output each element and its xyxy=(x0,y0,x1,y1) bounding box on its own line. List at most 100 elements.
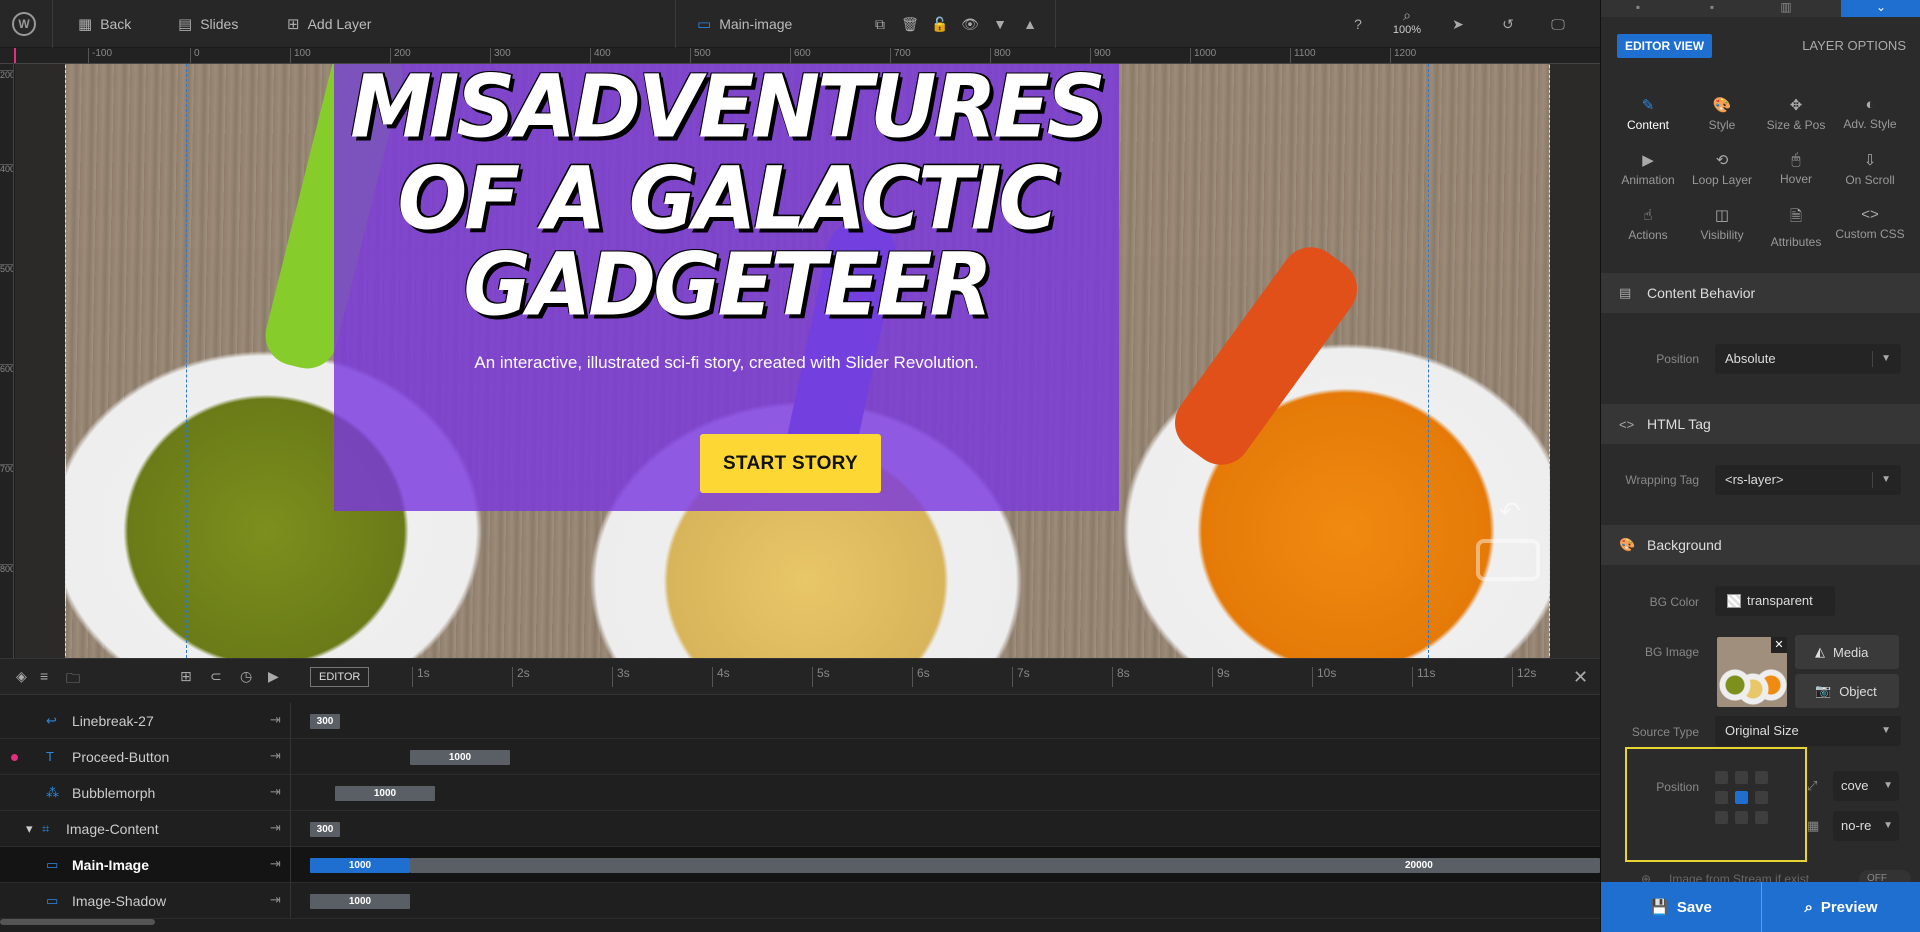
ruler-tick: 600 xyxy=(0,364,14,374)
section-html-tag[interactable]: <> HTML Tag xyxy=(1601,404,1920,444)
layers-icon[interactable]: ◈ xyxy=(16,668,27,685)
position-dot[interactable] xyxy=(1735,771,1748,784)
grid-select-icon[interactable]: ⊞ xyxy=(180,668,192,685)
section-background[interactable]: 🎨 Background xyxy=(1601,525,1920,565)
timeline-scrollbar[interactable] xyxy=(0,919,155,925)
category-loop-layer[interactable]: ⟲ Loop Layer xyxy=(1685,151,1759,187)
category-adv-style[interactable]: ◐ Adv. Style xyxy=(1833,96,1907,131)
ruler-tick: 700 xyxy=(0,464,14,474)
media-button[interactable]: ◭ Media xyxy=(1795,635,1899,669)
trash-icon[interactable]: 🗑 xyxy=(900,14,920,34)
wrapping-tag-select[interactable]: <rs-layer> ▼ xyxy=(1715,465,1901,495)
category-size-pos[interactable]: ✥ Size & Pos xyxy=(1759,96,1833,132)
category-attributes[interactable]: 🗎 Attributes xyxy=(1759,206,1833,249)
help-icon[interactable]: ? xyxy=(1348,14,1368,34)
timeline-bar[interactable]: 300 xyxy=(310,714,340,729)
timeline-bar[interactable]: 300 xyxy=(310,822,340,837)
time-tick: 12s xyxy=(1512,667,1536,687)
duplicate-icon[interactable]: ⧉ xyxy=(870,14,890,34)
position-dot[interactable] xyxy=(1755,811,1768,824)
timeline-bar[interactable]: 1000 xyxy=(310,858,410,873)
selected-layer-name[interactable]: ▭ Main-image xyxy=(697,0,792,48)
category-on-scroll[interactable]: ⇩ On Scroll xyxy=(1833,151,1907,187)
timeline-row-selected[interactable]: ▭ Main-Image ⇥ 1000 20000 xyxy=(0,847,1600,883)
category-custom-css[interactable]: <> Custom CSS xyxy=(1833,206,1907,241)
timeline-row[interactable]: ↩ Linebreak-27 ⇥ 300 xyxy=(0,703,1600,739)
eye-icon[interactable]: 👁 xyxy=(960,14,980,34)
play-icon[interactable]: ▶ xyxy=(268,668,279,685)
list-icon[interactable]: ≡ xyxy=(40,668,48,684)
category-animation[interactable]: ▶ Animation xyxy=(1611,151,1685,187)
source-type-select[interactable]: Original Size ▼ xyxy=(1715,716,1901,746)
bg-size-select[interactable]: cove ▼ xyxy=(1833,771,1899,801)
timeline-bar[interactable]: 1000 xyxy=(335,786,435,801)
expand-arrow-icon[interactable]: ⇥ xyxy=(270,856,281,872)
timeline-bar[interactable]: 1000 xyxy=(310,894,410,909)
start-story-button[interactable]: START STORY xyxy=(700,434,881,493)
category-visibility[interactable]: ◫ Visibility xyxy=(1685,206,1759,242)
expand-arrow-icon[interactable]: ⇥ xyxy=(270,712,281,728)
save-button[interactable]: 💾 Save xyxy=(1601,882,1761,932)
close-icon[interactable]: ✕ xyxy=(1573,667,1588,688)
position-dot[interactable] xyxy=(1715,811,1728,824)
position-grid[interactable] xyxy=(1715,771,1775,831)
tab-slide[interactable]: ▪ xyxy=(1675,0,1749,17)
timeline-row[interactable]: ▭ Image-Shadow ⇥ 1000 xyxy=(0,883,1600,919)
position-dot[interactable] xyxy=(1755,771,1768,784)
ruler-tick: 300 xyxy=(490,48,511,63)
timer-icon[interactable]: ◷ xyxy=(240,668,252,685)
expand-arrow-icon[interactable]: ⇥ xyxy=(270,892,281,908)
wordpress-logo[interactable]: W xyxy=(12,0,36,48)
cursor-icon[interactable]: ➤ xyxy=(1448,14,1468,34)
preview-button[interactable]: ⌕ Preview xyxy=(1761,882,1920,932)
select-value: <rs-layer> xyxy=(1725,472,1784,487)
remove-image-icon[interactable]: ✕ xyxy=(1771,637,1787,653)
main-image-layer[interactable]: MISADVENTURES OF A GALACTIC GADGETEER An… xyxy=(65,64,1550,658)
tab-grid[interactable]: ▥ xyxy=(1749,0,1823,17)
add-layer-button[interactable]: ⊞ Add Layer xyxy=(287,0,371,48)
position-dot[interactable] xyxy=(1715,771,1728,784)
lock-icon[interactable]: 🔓 xyxy=(930,14,950,34)
timeline-bar[interactable]: 1000 xyxy=(410,750,510,765)
expand-arrow-icon[interactable]: ⇥ xyxy=(270,820,281,836)
move-down-icon[interactable]: ▼ xyxy=(990,14,1010,34)
move-up-icon[interactable]: ▲ xyxy=(1020,14,1040,34)
slides-button[interactable]: ▤ Slides xyxy=(178,0,238,48)
expand-arrow-icon[interactable]: ⇥ xyxy=(270,784,281,800)
magnet-icon[interactable]: ⊂ xyxy=(210,668,222,685)
slide-canvas[interactable]: MISADVENTURES OF A GALACTIC GADGETEER An… xyxy=(15,64,1600,658)
collapse-caret-icon[interactable]: ▾ xyxy=(26,821,33,837)
layer-options-label[interactable]: LAYER OPTIONS xyxy=(1802,38,1906,53)
zoom-control[interactable]: ⌕ 100% xyxy=(1390,8,1424,36)
editor-view-badge[interactable]: EDITOR VIEW xyxy=(1617,34,1713,58)
desktop-icon[interactable]: 🖵 xyxy=(1548,14,1568,34)
category-content[interactable]: ✎ Content xyxy=(1611,96,1685,132)
timeline-row[interactable]: ▾ ⌗ Image-Content ⇥ 300 xyxy=(0,811,1600,847)
slide-subtitle[interactable]: An interactive, illustrated sci-fi story… xyxy=(334,353,1119,373)
magnifier-icon: ⌕ xyxy=(1403,7,1411,23)
headline-line-1[interactable]: MISADVENTURES xyxy=(334,64,1119,151)
folder-icon[interactable]: 🗀 xyxy=(66,668,80,692)
tab-layer[interactable]: ⌄ xyxy=(1841,0,1920,17)
section-content-behavior[interactable]: ▤ Content Behavior xyxy=(1601,273,1920,313)
category-actions[interactable]: ☝ Actions xyxy=(1611,206,1685,242)
timeline-row[interactable]: ⁂ Bubblemorph ⇥ 1000 xyxy=(0,775,1600,811)
category-style[interactable]: 🎨 Style xyxy=(1685,96,1759,132)
position-dot-selected[interactable] xyxy=(1735,791,1748,804)
expand-arrow-icon[interactable]: ⇥ xyxy=(270,748,281,764)
headline-line-2[interactable]: OF A GALACTIC GADGETEER xyxy=(334,156,1119,329)
back-button[interactable]: ▦ Back xyxy=(78,0,131,48)
position-select[interactable]: Absolute ▼ xyxy=(1715,344,1901,374)
position-dot[interactable] xyxy=(1715,791,1728,804)
image-content-overlay[interactable]: MISADVENTURES OF A GALACTIC GADGETEER An… xyxy=(334,64,1119,511)
timeline-bar[interactable]: 20000 xyxy=(410,858,1600,873)
bg-repeat-select[interactable]: no-re ▼ xyxy=(1833,811,1899,841)
editor-mode-label[interactable]: EDITOR xyxy=(310,667,370,687)
category-hover[interactable]: 🖱 Hover xyxy=(1759,151,1833,186)
position-dot[interactable] xyxy=(1755,791,1768,804)
timeline-row[interactable]: T Proceed-Button ⇥ 1000 xyxy=(0,739,1600,775)
position-dot[interactable] xyxy=(1735,811,1748,824)
object-button[interactable]: 📷 Object xyxy=(1795,674,1899,708)
tab-module[interactable]: ▪ xyxy=(1601,0,1675,17)
undo-icon[interactable]: ↺ xyxy=(1498,14,1518,34)
